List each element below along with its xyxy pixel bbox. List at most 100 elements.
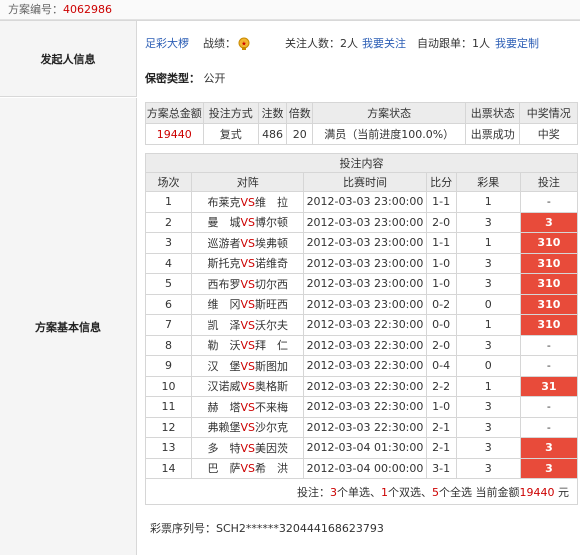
- initiator-name-link[interactable]: 足彩大椤: [145, 35, 189, 51]
- table-row: 5 西布罗VS切尔西 2012-03-03 23:00:00 1-0 3 310: [144, 273, 579, 295]
- bet-choice: -: [519, 334, 579, 356]
- bet-summary-line: 投注：3个单选、1个双选、5个全选 当前金额19440 元: [145, 478, 578, 505]
- home-team: 汉 堡: [207, 359, 241, 373]
- match-score: 0-0: [425, 314, 457, 336]
- home-team: 曼 城: [207, 216, 241, 230]
- match-time: 2012-03-03 22:30:00: [303, 314, 427, 336]
- bet-count: 486: [257, 123, 288, 145]
- single-count: 3: [330, 485, 337, 499]
- away-team: 沃尔夫: [254, 318, 288, 332]
- home-team: 巴 萨: [207, 462, 241, 476]
- match-score: 2-1: [425, 437, 457, 459]
- bet-choice: 310: [519, 314, 579, 336]
- vs-label: VS: [240, 400, 255, 414]
- match-score: 2-0: [425, 334, 457, 356]
- match-no: 9: [144, 355, 193, 377]
- bet-method: 复式: [202, 123, 259, 145]
- match-no: 2: [144, 211, 193, 233]
- vs-label: VS: [240, 421, 255, 435]
- match-time: 2012-03-03 23:00:00: [303, 252, 427, 274]
- bet-choice: 310: [519, 252, 579, 274]
- trophy-icon: ★: [237, 35, 251, 52]
- bet-choice: -: [519, 355, 579, 377]
- away-team: 博尔顿: [254, 216, 288, 230]
- home-team: 赫 塔: [207, 400, 241, 414]
- match-result: 3: [455, 457, 521, 479]
- custom-link[interactable]: 我要定制: [495, 35, 539, 51]
- home-team: 西布罗: [207, 277, 241, 291]
- match-result: 3: [455, 396, 521, 418]
- table-row: 11 赫 塔VS不来梅 2012-03-03 22:30:00 1-0 3-: [144, 396, 579, 418]
- away-team: 埃弗顿: [254, 236, 288, 250]
- match-no: 11: [144, 396, 193, 418]
- match-score: 2-0: [425, 211, 457, 233]
- match-no: 4: [144, 252, 193, 274]
- table-row: 13 多 特VS美因茨 2012-03-04 01:30:00 2-1 3 3: [144, 437, 579, 459]
- summary-header: 倍数: [286, 102, 314, 124]
- away-team: 奥格斯: [254, 380, 288, 394]
- summary-header: 出票状态: [465, 102, 521, 124]
- home-team: 多 特: [207, 441, 241, 455]
- matchup: 凯 泽VS沃尔夫: [191, 314, 305, 336]
- table-row: 14 巴 萨VS希 洪 2012-03-04 00:00:00 3-1 3 3: [144, 457, 579, 479]
- home-team: 勒 沃: [207, 339, 241, 353]
- match-score: 1-0: [425, 252, 457, 274]
- match-time: 2012-03-03 22:30:00: [303, 334, 427, 356]
- ticket-serial: 彩票序列号：SCH2******320444168623793: [150, 520, 384, 536]
- match-no: 1: [144, 191, 193, 213]
- matchup: 弗赖堡VS沙尔克: [191, 416, 305, 438]
- table-row: 4 斯托克VS诺维奇 2012-03-03 23:00:00 1-0 3 310: [144, 252, 579, 274]
- table-row: 2曼 城VS博尔顿 2012-03-03 23:00:00 2-0 3 3: [144, 211, 579, 233]
- away-team: 美因茨: [254, 441, 288, 455]
- match-time: 2012-03-03 23:00:00: [303, 211, 427, 233]
- bet-header: 场次: [144, 172, 193, 192]
- match-no: 13: [144, 437, 193, 459]
- matchup: 汉诺威VS奥格斯: [191, 375, 305, 397]
- table-row: 7凯 泽VS沃尔夫 2012-03-03 22:30:00 0-0 1 310: [144, 314, 579, 336]
- svg-text:★: ★: [241, 41, 246, 48]
- match-time: 2012-03-04 01:30:00: [303, 437, 427, 459]
- record-label: 战绩：: [203, 37, 236, 50]
- summary-header: 注数: [257, 102, 288, 124]
- plan-number-bar: 方案编号：4062986: [0, 0, 580, 20]
- current-amount: 19440: [519, 485, 555, 499]
- auto-follow-label: 自动跟单：: [417, 37, 472, 50]
- match-no: 7: [144, 314, 193, 336]
- vs-label: VS: [240, 380, 255, 394]
- match-score: 2-2: [425, 375, 457, 397]
- summary-prefix: 投注：: [297, 485, 330, 499]
- vs-label: VS: [240, 277, 255, 291]
- match-time: 2012-03-03 23:00:00: [303, 232, 427, 254]
- home-team: 维 冈: [207, 298, 241, 312]
- table-row: 3 巡游者VS埃弗顿 2012-03-03 23:00:00 1-1 1 310: [144, 232, 579, 254]
- bet-choice: 3: [519, 437, 579, 459]
- away-team: 斯图加: [254, 359, 288, 373]
- match-time: 2012-03-03 23:00:00: [303, 273, 427, 295]
- bet-choice: 3: [519, 457, 579, 479]
- total-amount: 19440: [145, 123, 204, 145]
- match-result: 3: [455, 334, 521, 356]
- bet-choice: -: [519, 396, 579, 418]
- followers-count: 2人: [340, 37, 358, 50]
- vs-label: VS: [240, 359, 255, 373]
- table-row: 10 汉诺威VS奥格斯 2012-03-03 22:30:00 2-2 1 31: [144, 375, 579, 397]
- match-result: 1: [455, 375, 521, 397]
- followers-label: 关注人数：: [285, 37, 340, 50]
- summary-header-row: 方案总金额 投注方式 注数 倍数 方案状态 出票状态 中奖情况: [145, 102, 578, 124]
- match-score: 3-1: [425, 457, 457, 479]
- bet-header: 彩果: [455, 172, 521, 192]
- table-row: 9汉 堡VS斯图加 2012-03-03 22:30:00 0-4 0-: [144, 355, 579, 377]
- prize-status: 中奖: [519, 123, 578, 145]
- match-time: 2012-03-03 22:30:00: [303, 396, 427, 418]
- match-result: 3: [455, 416, 521, 438]
- plan-status: 满员（当前进度100.0%）: [312, 123, 467, 145]
- match-result: 0: [455, 355, 521, 377]
- summary-value-row: 19440 复式 486 20 满员（当前进度100.0%） 出票成功 中奖: [145, 123, 578, 145]
- match-no: 14: [144, 457, 193, 479]
- bet-header: 投注: [519, 172, 579, 192]
- follow-link[interactable]: 我要关注: [362, 35, 406, 51]
- bet-choice: 3: [519, 211, 579, 233]
- match-result: 3: [455, 273, 521, 295]
- away-team: 希 洪: [254, 462, 288, 476]
- double-text: 个双选、: [388, 485, 432, 499]
